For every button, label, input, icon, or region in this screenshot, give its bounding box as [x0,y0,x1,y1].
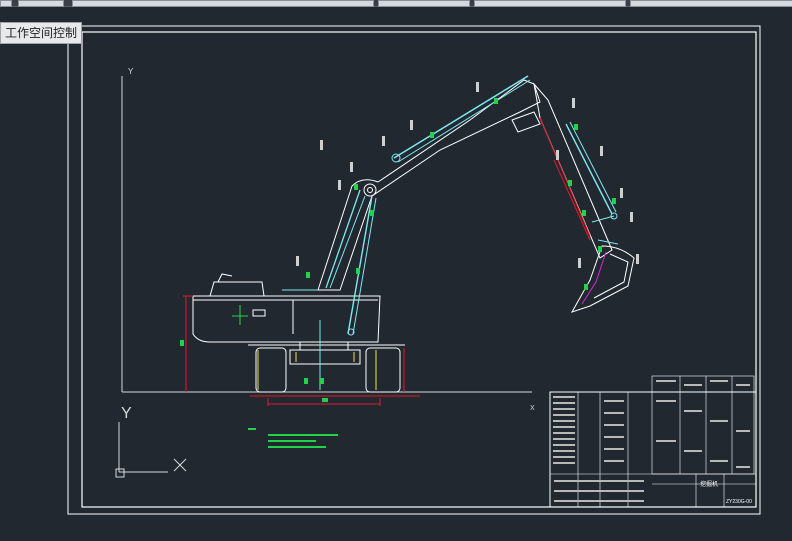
x-axis-label: X [530,405,535,412]
ucs-icon: Y [115,405,187,478]
title-block [549,375,757,508]
y-axis-label: Y [128,67,134,76]
excavator-drawing [192,75,635,393]
leader-labels [296,82,639,268]
center-marks [257,320,377,390]
drawing-number: ZY230G-00 [726,499,752,505]
part-title: 挖掘机 [700,480,718,488]
inner-frame [81,31,757,508]
ucs-y-label: Y [121,405,132,422]
technical-notes [248,428,338,448]
workspace-control-label[interactable]: 工作空间控制 [0,22,83,44]
drawing-canvas[interactable]: Y X Y 挖掘机 ZY230G-00 [0,0,792,541]
dimension-lines [183,159,591,406]
